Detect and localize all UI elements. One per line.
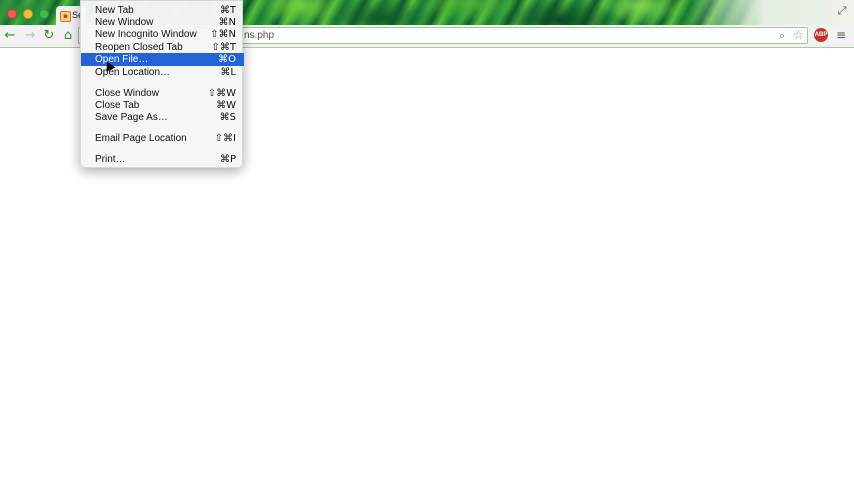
- fullscreen-icon[interactable]: ⤢: [836, 5, 848, 17]
- home-icon[interactable]: ⌂: [60, 28, 76, 44]
- menu-item-new-incognito-window[interactable]: New Incognito Window ⇧⌘N: [81, 28, 244, 41]
- back-arrow-icon[interactable]: ←: [2, 28, 18, 44]
- url-text: ns.php: [244, 30, 275, 41]
- window-controls: [7, 9, 49, 19]
- bookmark-star-icon[interactable]: ☆: [793, 28, 804, 43]
- php-icon: ▪: [60, 11, 71, 22]
- minimize-window-icon[interactable]: [23, 9, 33, 19]
- adblock-icon[interactable]: ABP: [814, 28, 828, 42]
- forward-arrow-icon[interactable]: →: [22, 28, 38, 44]
- close-window-icon[interactable]: [7, 9, 17, 19]
- hamburger-menu-icon[interactable]: ≡: [834, 28, 848, 42]
- reload-icon[interactable]: ↻: [41, 28, 57, 44]
- titlebar-fade: [690, 0, 854, 25]
- zoom-window-icon[interactable]: [39, 9, 49, 19]
- zoom-icon[interactable]: ⌕: [779, 28, 785, 43]
- page-content: [0, 48, 854, 480]
